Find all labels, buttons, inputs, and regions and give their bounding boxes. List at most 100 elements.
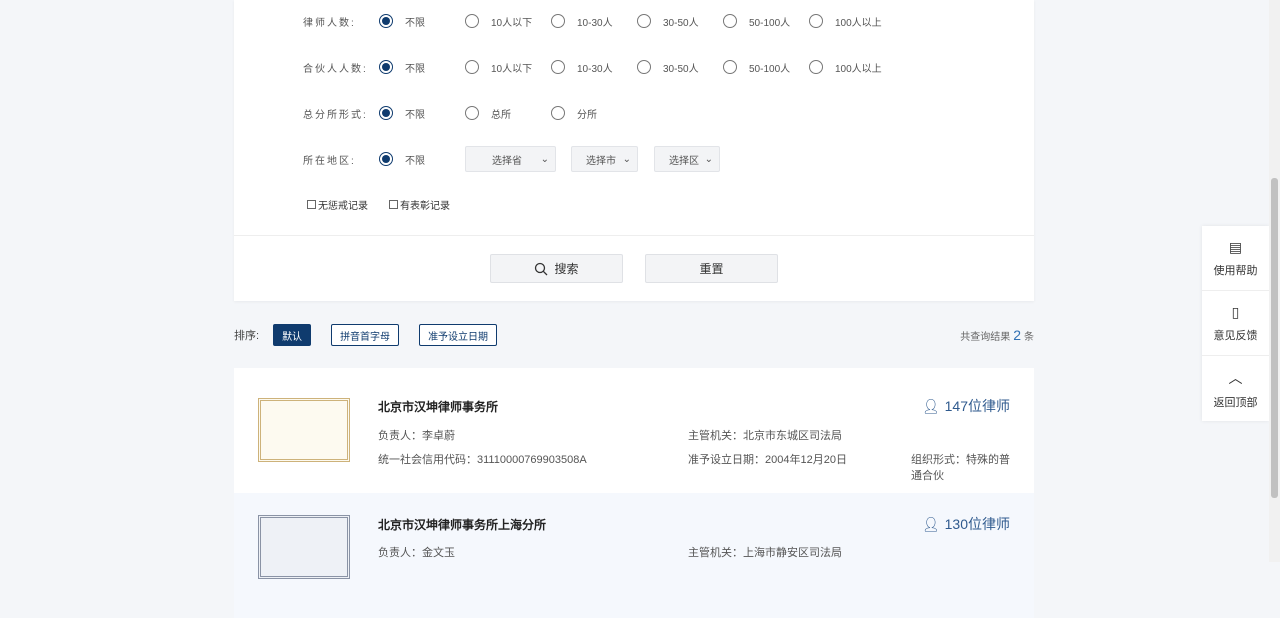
city-select[interactable]: 选择市 ⌄ <box>571 146 638 172</box>
radio[interactable] <box>809 14 823 28</box>
checkbox[interactable] <box>307 200 316 209</box>
checkbox[interactable] <box>389 200 398 209</box>
filter-row: 总分所形式: 不限 总所 分所 <box>234 103 1034 123</box>
feedback-button[interactable]: ▯ 意见反馈 <box>1202 291 1269 356</box>
radio-option[interactable]: 总所 <box>465 106 511 121</box>
radio[interactable] <box>379 106 393 120</box>
search-icon <box>535 262 548 275</box>
radio[interactable] <box>465 14 479 28</box>
radio-option[interactable]: 10-30人 <box>551 14 613 29</box>
user-icon: 👤︎ <box>921 397 940 414</box>
province-select[interactable]: 选择省 ⌄ <box>465 146 556 172</box>
filter-label: 所在地区: <box>303 155 356 167</box>
reset-button[interactable]: 重置 <box>645 254 778 283</box>
radio-label: 10人以下 <box>491 17 533 29</box>
radio-option[interactable]: 100人以上 <box>809 60 882 75</box>
checkbox-label: 无惩戒记录 <box>318 201 368 212</box>
scrollbar-thumb[interactable] <box>1271 178 1278 498</box>
radio-option[interactable]: 50-100人 <box>723 60 790 75</box>
lawyer-count-text: 130位律师 <box>944 516 1010 532</box>
filter-label: 合伙人人数: <box>303 63 368 75</box>
filter-label: 总分所形式: <box>303 109 368 121</box>
radio-option[interactable]: 不限 <box>379 14 425 29</box>
radio[interactable] <box>465 60 479 74</box>
reset-label: 重置 <box>699 262 724 276</box>
radio-option[interactable]: 10人以下 <box>465 60 532 75</box>
sort-default[interactable]: 默认 <box>273 324 312 346</box>
radio[interactable] <box>551 14 565 28</box>
result-total: 共查询结果 2 条 <box>960 327 1034 343</box>
radio-label: 不限 <box>405 155 425 167</box>
radio-option[interactable]: 50-100人 <box>723 14 790 29</box>
radio[interactable] <box>809 60 823 74</box>
district-select[interactable]: 选择区 ⌄ <box>654 146 720 172</box>
filter-row: 律师人数: 不限 10人以下 10-30人 30-50人 50-100人 100人以上 <box>234 11 1034 31</box>
user-icon: 👤︎ <box>921 515 940 532</box>
radio-option[interactable]: 分所 <box>551 106 597 121</box>
firm-date: 准予设立日期：2004年12月20日 <box>688 454 847 466</box>
radio-option[interactable]: 不限 <box>379 60 425 75</box>
firm-name[interactable]: 北京市汉坤律师事务所上海分所 <box>378 516 546 533</box>
radio-label: 10-30人 <box>577 17 613 29</box>
radio[interactable] <box>379 14 393 28</box>
radio-label: 总所 <box>491 109 511 121</box>
scrollbar[interactable] <box>1269 0 1280 562</box>
radio-label: 30-50人 <box>663 63 699 75</box>
search-label: 搜索 <box>554 262 579 276</box>
radio[interactable] <box>723 14 737 28</box>
firm-name[interactable]: 北京市汉坤律师事务所 <box>378 398 498 415</box>
radio-label: 50-100人 <box>749 17 791 29</box>
chevron-down-icon: ⌄ <box>622 153 631 165</box>
total-suffix: 条 <box>1024 332 1034 343</box>
radio-option[interactable]: 10-30人 <box>551 60 613 75</box>
back-to-top-button[interactable]: ︿ 返回顶部 <box>1202 356 1269 421</box>
radio-option[interactable]: 不限 <box>379 152 425 167</box>
radio-option[interactable]: 30-50人 <box>637 60 699 75</box>
no-discipline-checkbox[interactable]: 无惩戒记录 <box>307 197 368 212</box>
total-prefix: 共查询结果 <box>960 332 1011 343</box>
radio-option[interactable]: 10人以下 <box>465 14 532 29</box>
radio-label: 50-100人 <box>749 63 791 75</box>
radio[interactable] <box>379 60 393 74</box>
select-value: 选择区 <box>669 155 699 167</box>
lawyer-count: 👤︎ 147位律师 <box>922 396 1010 416</box>
license-image <box>258 515 350 579</box>
radio-label: 10人以下 <box>491 63 533 75</box>
firm-authority: 主管机关：上海市静安区司法局 <box>688 547 842 559</box>
result-item[interactable]: 北京市汉坤律师事务所上海分所 👤︎ 130位律师 负责人：金文玉 主管机关：上海市… <box>234 493 1034 618</box>
search-button[interactable]: 搜索 <box>490 254 623 283</box>
radio-option[interactable]: 不限 <box>379 106 425 121</box>
filter-row: 合伙人人数: 不限 10人以下 10-30人 30-50人 50-100人 100人以上 <box>234 57 1034 77</box>
radio[interactable] <box>637 14 651 28</box>
chevron-up-icon: ︿ <box>1228 369 1243 386</box>
radio[interactable] <box>723 60 737 74</box>
chevron-down-icon: ⌄ <box>540 153 549 165</box>
radio[interactable] <box>551 60 565 74</box>
radio-label: 不限 <box>405 17 425 29</box>
help-button[interactable]: ▤ 使用帮助 <box>1202 226 1269 291</box>
help-label: 使用帮助 <box>1213 264 1258 277</box>
license-image <box>258 398 350 462</box>
radio[interactable] <box>465 106 479 120</box>
lawyer-count-text: 147位律师 <box>944 398 1010 414</box>
radio-label: 100人以上 <box>835 17 882 29</box>
filter-row-region: 所在地区: 不限 选择省 ⌄ 选择市 ⌄ 选择区 ⌄ <box>234 146 1034 172</box>
total-count: 2 <box>1013 327 1021 343</box>
divider <box>234 235 1034 236</box>
firm-head: 负责人：金文玉 <box>378 547 455 559</box>
radio[interactable] <box>637 60 651 74</box>
result-item[interactable]: 北京市汉坤律师事务所 👤︎ 147位律师 负责人：李卓蔚 主管机关：北京市东城区司… <box>234 368 1034 493</box>
radio-option[interactable]: 30-50人 <box>637 14 699 29</box>
radio-label: 30-50人 <box>663 17 699 29</box>
select-value: 选择省 <box>492 155 522 167</box>
chevron-down-icon: ⌄ <box>704 153 713 165</box>
feedback-label: 意见反馈 <box>1213 329 1258 342</box>
radio[interactable] <box>551 106 565 120</box>
commendation-checkbox[interactable]: 有表彰记录 <box>389 197 450 212</box>
filter-label: 律师人数: <box>303 17 356 29</box>
radio-option[interactable]: 100人以上 <box>809 14 882 29</box>
radio[interactable] <box>379 152 393 166</box>
sort-bar: 排序: 默认 拼音首字母 准予设立日期 共查询结果 2 条 <box>234 324 1034 346</box>
sort-date[interactable]: 准予设立日期 <box>419 324 498 346</box>
sort-pinyin[interactable]: 拼音首字母 <box>331 324 400 346</box>
